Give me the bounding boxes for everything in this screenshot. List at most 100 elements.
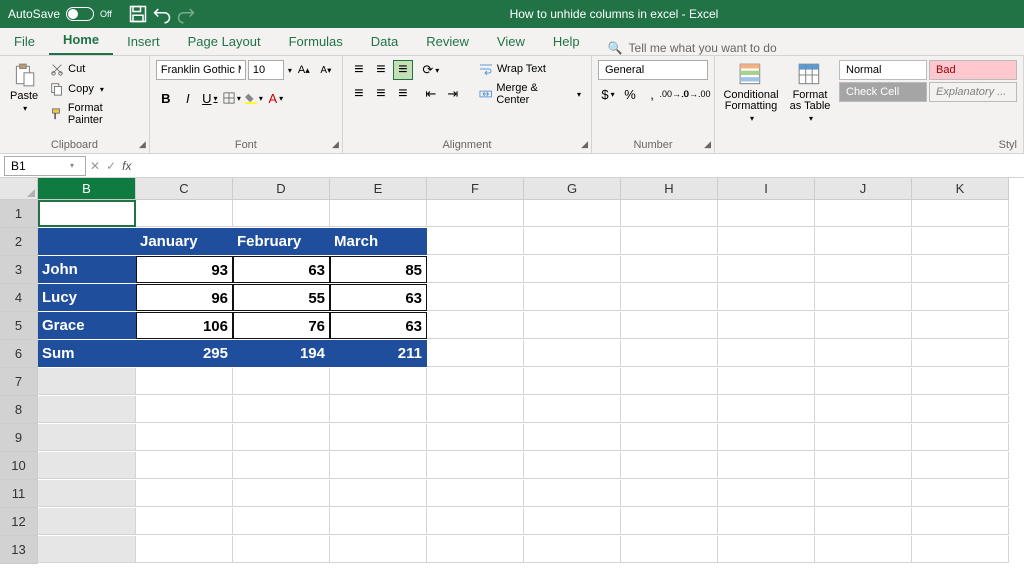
col-header-c[interactable]: C [136, 178, 233, 200]
row-header-11[interactable]: 11 [0, 480, 38, 508]
underline-button[interactable]: U▾ [200, 88, 220, 108]
style-check-cell[interactable]: Check Cell [839, 82, 927, 102]
cell-i7[interactable] [718, 368, 815, 395]
cell-f9[interactable] [427, 424, 524, 451]
cell-b3[interactable]: John [38, 256, 136, 283]
accounting-format-button[interactable]: $▾ [598, 84, 618, 104]
row-header-8[interactable]: 8 [0, 396, 38, 424]
cell-f4[interactable] [427, 284, 524, 311]
cell-e12[interactable] [330, 508, 427, 535]
cell-h6[interactable] [621, 340, 718, 367]
cell-h3[interactable] [621, 256, 718, 283]
align-left-button[interactable]: ≡ [349, 84, 369, 104]
fill-color-button[interactable]: ▾ [244, 88, 264, 108]
cell-d1[interactable] [233, 200, 330, 227]
dialog-launcher-clipboard[interactable]: ◢ [139, 139, 146, 150]
tab-view[interactable]: View [483, 28, 539, 55]
cell-b8[interactable] [38, 396, 136, 423]
chevron-down-icon[interactable]: ▾ [70, 161, 74, 170]
cell-e1[interactable] [330, 200, 427, 227]
cell-j12[interactable] [815, 508, 912, 535]
border-button[interactable]: ▾ [222, 88, 242, 108]
cell-g12[interactable] [524, 508, 621, 535]
cell-h4[interactable] [621, 284, 718, 311]
cell-c5[interactable]: 106 [136, 312, 233, 339]
cell-k12[interactable] [912, 508, 1009, 535]
col-header-i[interactable]: I [718, 178, 815, 200]
cut-button[interactable]: Cut [46, 60, 143, 78]
dialog-launcher-font[interactable]: ◢ [332, 139, 339, 150]
number-format-select[interactable] [598, 60, 708, 80]
cell-k1[interactable] [912, 200, 1009, 227]
cell-f13[interactable] [427, 536, 524, 563]
cell-d10[interactable] [233, 452, 330, 479]
cell-g5[interactable] [524, 312, 621, 339]
cell-e10[interactable] [330, 452, 427, 479]
cell-c11[interactable] [136, 480, 233, 507]
cell-g8[interactable] [524, 396, 621, 423]
cell-i6[interactable] [718, 340, 815, 367]
cell-j8[interactable] [815, 396, 912, 423]
cell-f6[interactable] [427, 340, 524, 367]
fx-button[interactable]: fx [122, 159, 131, 173]
cell-i1[interactable] [718, 200, 815, 227]
cell-d13[interactable] [233, 536, 330, 563]
col-header-h[interactable]: H [621, 178, 718, 200]
row-header-2[interactable]: 2 [0, 228, 38, 256]
cell-e7[interactable] [330, 368, 427, 395]
autosave-toggle[interactable]: AutoSave Off [0, 7, 120, 21]
col-header-d[interactable]: D [233, 178, 330, 200]
cell-b4[interactable]: Lucy [38, 284, 136, 311]
cell-j1[interactable] [815, 200, 912, 227]
cell-c4[interactable]: 96 [136, 284, 233, 311]
cell-d2[interactable]: February [233, 228, 330, 255]
cell-f2[interactable] [427, 228, 524, 255]
conditional-formatting-button[interactable]: Conditional Formatting▾ [721, 60, 781, 137]
row-header-5[interactable]: 5 [0, 312, 38, 340]
redo-button[interactable] [176, 4, 196, 24]
cell-g13[interactable] [524, 536, 621, 563]
cell-f5[interactable] [427, 312, 524, 339]
cell-j9[interactable] [815, 424, 912, 451]
cell-c13[interactable] [136, 536, 233, 563]
cell-c7[interactable] [136, 368, 233, 395]
undo-button[interactable] [152, 4, 172, 24]
cell-b12[interactable] [38, 508, 136, 535]
align-top-button[interactable]: ≡ [349, 60, 369, 80]
cell-j7[interactable] [815, 368, 912, 395]
cell-i5[interactable] [718, 312, 815, 339]
cell-e6[interactable]: 211 [330, 340, 427, 367]
row-header-12[interactable]: 12 [0, 508, 38, 536]
cell-k9[interactable] [912, 424, 1009, 451]
cell-k10[interactable] [912, 452, 1009, 479]
cell-d4[interactable]: 55 [233, 284, 330, 311]
cell-d9[interactable] [233, 424, 330, 451]
cell-b2[interactable] [38, 228, 136, 255]
decrease-decimal-button[interactable]: .0→.00 [686, 84, 706, 104]
tab-formulas[interactable]: Formulas [275, 28, 357, 55]
cell-d8[interactable] [233, 396, 330, 423]
cell-e13[interactable] [330, 536, 427, 563]
cell-h10[interactable] [621, 452, 718, 479]
cell-g3[interactable] [524, 256, 621, 283]
merge-center-button[interactable]: Merge & Center▾ [475, 80, 585, 108]
cell-h7[interactable] [621, 368, 718, 395]
cell-d3[interactable]: 63 [233, 256, 330, 283]
cell-i12[interactable] [718, 508, 815, 535]
col-header-j[interactable]: J [815, 178, 912, 200]
tab-review[interactable]: Review [412, 28, 483, 55]
cell-j6[interactable] [815, 340, 912, 367]
cell-b6[interactable]: Sum [38, 340, 136, 367]
cell-f11[interactable] [427, 480, 524, 507]
cell-e9[interactable] [330, 424, 427, 451]
cell-i3[interactable] [718, 256, 815, 283]
cell-e11[interactable] [330, 480, 427, 507]
row-header-1[interactable]: 1 [0, 200, 38, 228]
cell-e4[interactable]: 63 [330, 284, 427, 311]
row-header-3[interactable]: 3 [0, 256, 38, 284]
col-header-b[interactable]: B [38, 178, 136, 200]
cell-d5[interactable]: 76 [233, 312, 330, 339]
cell-h11[interactable] [621, 480, 718, 507]
cell-i10[interactable] [718, 452, 815, 479]
cell-d6[interactable]: 194 [233, 340, 330, 367]
